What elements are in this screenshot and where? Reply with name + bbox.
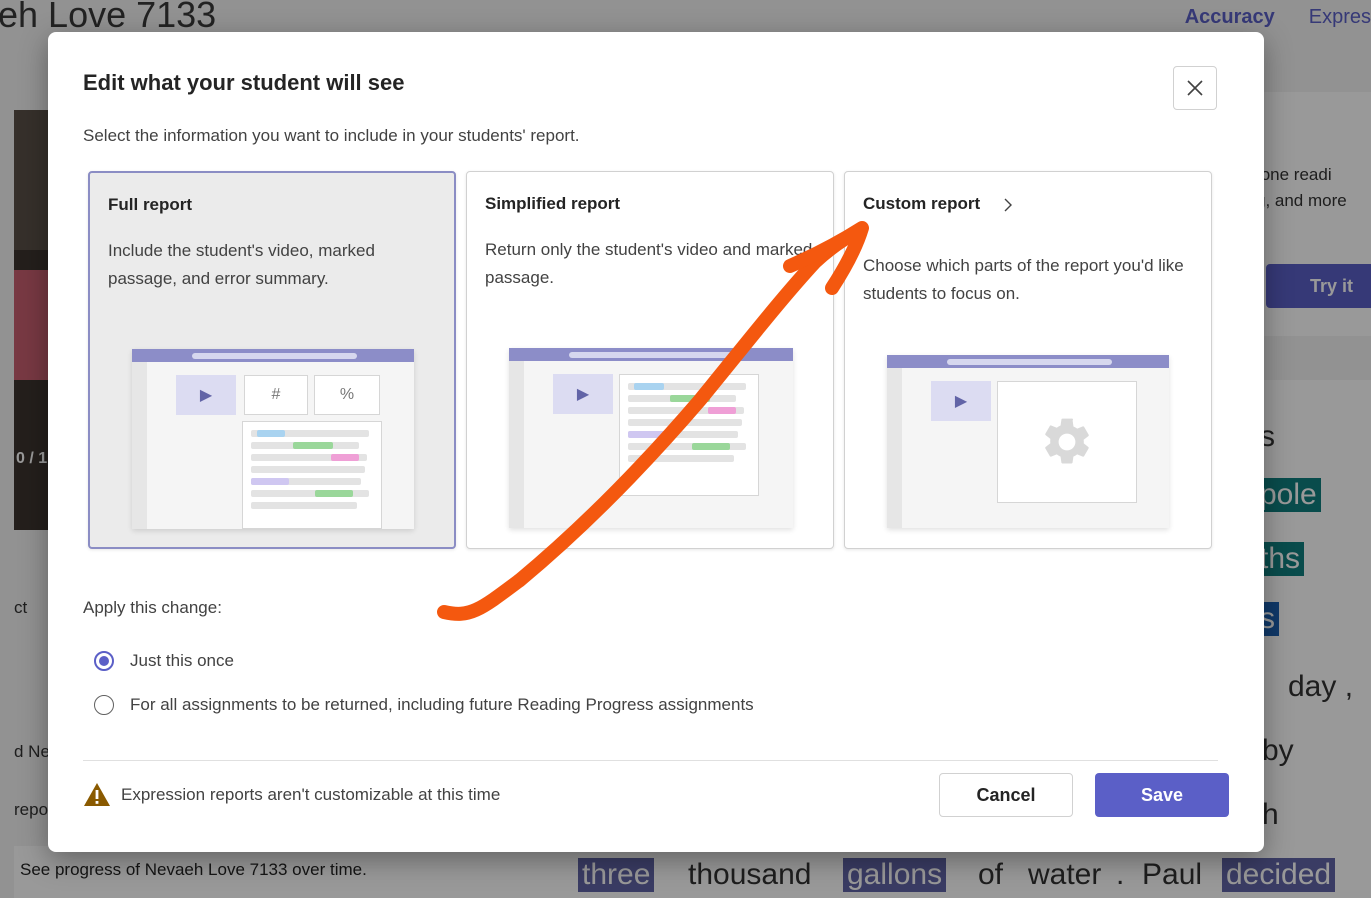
play-icon: ▶ bbox=[931, 381, 991, 421]
warning-icon bbox=[84, 783, 110, 806]
dialog-subtitle: Select the information you want to inclu… bbox=[83, 126, 580, 145]
card-title-text: Custom report bbox=[863, 194, 981, 213]
passage-doc bbox=[619, 374, 759, 496]
passage-doc bbox=[242, 421, 382, 529]
radio-button[interactable] bbox=[94, 651, 114, 671]
card-title: Full report bbox=[108, 195, 193, 214]
apply-change-label: Apply this change: bbox=[83, 598, 222, 617]
edit-report-dialog: Edit what your student will see Select t… bbox=[48, 32, 1264, 852]
full-report-card[interactable]: Full report Include the student's video,… bbox=[88, 171, 456, 549]
card-description: Include the student's video, marked pass… bbox=[108, 241, 375, 288]
close-button[interactable] bbox=[1173, 66, 1217, 110]
full-report-illustration: ▶ # % bbox=[132, 349, 414, 529]
save-button[interactable]: Save bbox=[1095, 773, 1229, 817]
option-all-assignments[interactable]: For all assignments to be returned, incl… bbox=[94, 695, 754, 715]
close-icon bbox=[1187, 80, 1203, 96]
chevron-right-icon bbox=[1004, 198, 1012, 212]
radio-button[interactable] bbox=[94, 695, 114, 715]
dialog-title: Edit what your student will see bbox=[83, 70, 405, 95]
play-icon: ▶ bbox=[553, 374, 613, 414]
option-label: For all assignments to be returned, incl… bbox=[130, 695, 754, 714]
card-title: Simplified report bbox=[485, 194, 621, 213]
settings-panel bbox=[997, 381, 1137, 503]
card-description: Return only the student's video and mark… bbox=[485, 240, 813, 287]
percent-icon: % bbox=[314, 375, 380, 415]
card-description: Choose which parts of the report you'd l… bbox=[863, 256, 1184, 303]
custom-report-card[interactable]: Custom report Choose which parts of the … bbox=[844, 171, 1212, 549]
custom-report-illustration: ▶ bbox=[887, 355, 1169, 528]
warning-message: Expression reports aren't customizable a… bbox=[83, 782, 500, 807]
warning-text: Expression reports aren't customizable a… bbox=[121, 784, 501, 804]
option-just-this-once[interactable]: Just this once bbox=[94, 651, 234, 671]
simplified-report-card[interactable]: Simplified report Return only the studen… bbox=[466, 171, 834, 549]
option-label: Just this once bbox=[130, 651, 234, 670]
play-icon: ▶ bbox=[176, 375, 236, 415]
footer-divider bbox=[83, 760, 1218, 761]
cancel-button[interactable]: Cancel bbox=[939, 773, 1073, 817]
card-title: Custom report bbox=[863, 194, 1013, 214]
hash-icon: # bbox=[244, 375, 308, 415]
simplified-report-illustration: ▶ bbox=[509, 348, 793, 528]
gear-icon bbox=[1045, 418, 1089, 464]
